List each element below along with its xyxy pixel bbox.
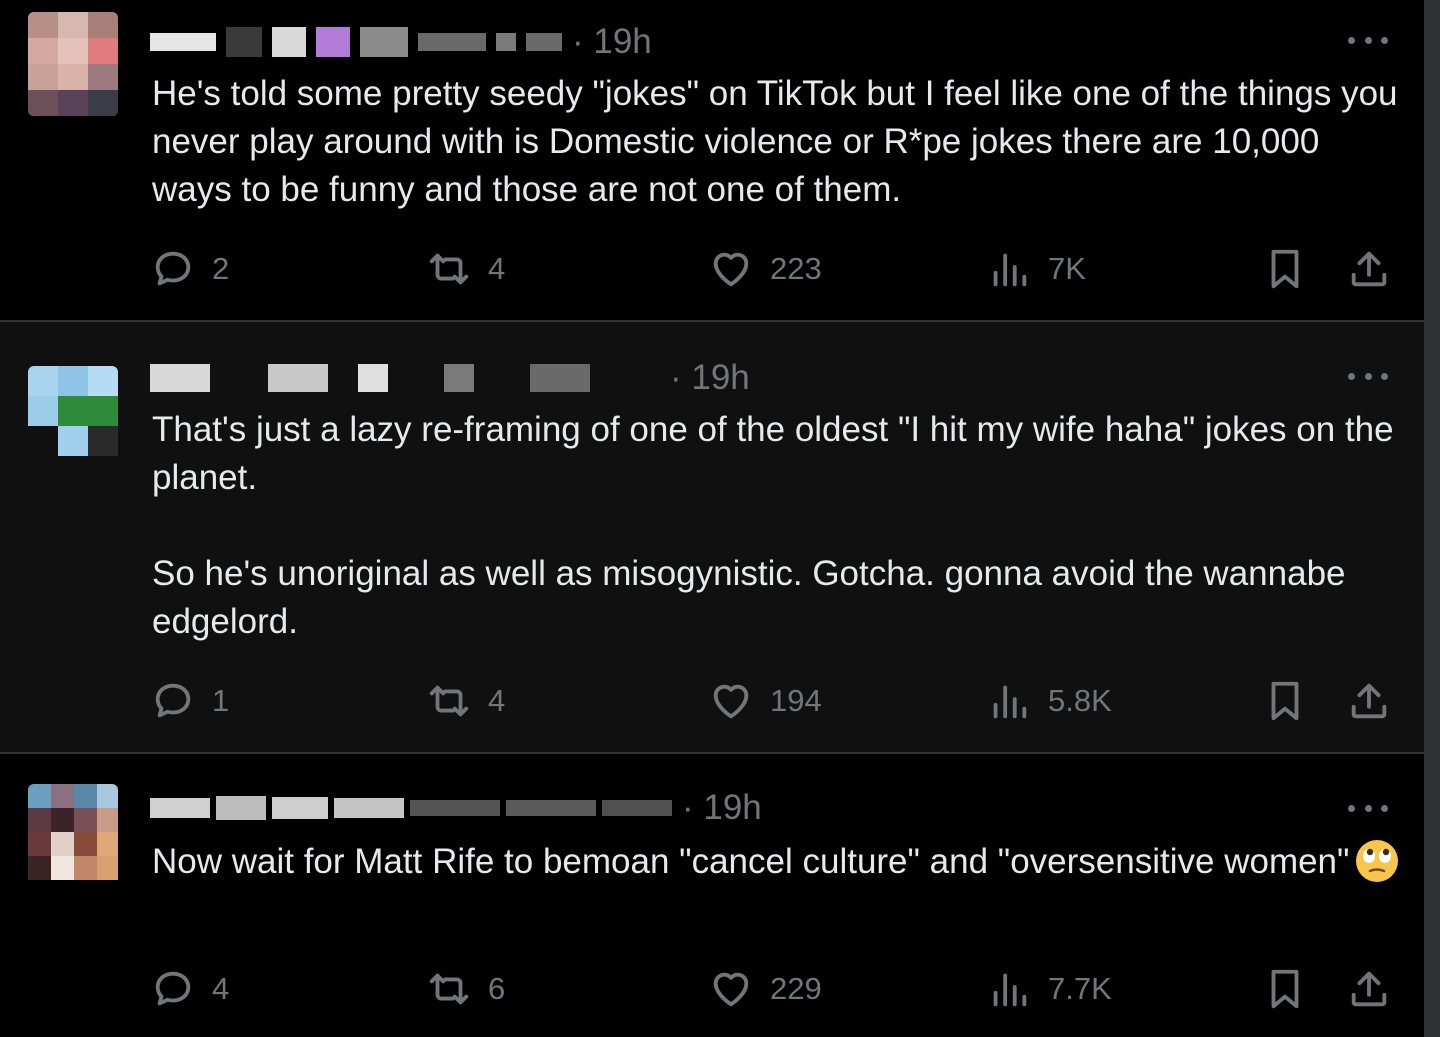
reply-icon [155,251,191,286]
reply-count: 1 [212,683,230,718]
tweet-text: That's just a lazy re-framing of one of … [152,406,1402,646]
repost-count: 4 [488,251,506,286]
share-button[interactable] [1346,964,1392,1014]
avatar[interactable] [28,366,118,470]
reply-count: 2 [212,251,230,286]
like-button[interactable]: 194 [708,676,822,726]
reply-button[interactable]: 2 [150,244,229,294]
like-icon [713,972,749,1007]
avatar[interactable] [28,784,118,888]
views-icon [993,973,1027,1007]
more-icon[interactable] [1348,30,1388,50]
repost-button[interactable]: 4 [426,244,505,294]
tweet[interactable]: · 19h Now wait for Matt Rife to bemoan "… [0,754,1424,1037]
repost-icon [429,253,469,285]
reply-button[interactable]: 1 [150,676,229,726]
share-button[interactable] [1346,244,1392,294]
like-count: 223 [770,251,822,286]
bookmark-icon [1271,969,1299,1009]
avatar[interactable] [28,12,118,116]
tweet[interactable]: · 19h That's just a lazy re-framing of o… [0,322,1424,752]
views-button[interactable]: 5.8K [986,676,1112,726]
face-with-rolling-eyes-icon [1356,840,1399,882]
repost-button[interactable]: 6 [426,964,505,1014]
views-icon [993,253,1027,287]
tweet[interactable]: · 19h He's told some pretty seedy "jokes… [0,0,1424,321]
author-row: · 19h [150,20,652,64]
like-icon [713,684,749,719]
more-icon[interactable] [1348,366,1388,386]
author-row: · 19h [150,356,750,400]
tweet-paragraph: That's just a lazy re-framing of one of … [152,410,1394,497]
like-icon [713,252,749,287]
views-icon [993,685,1027,719]
timestamp[interactable]: · 19h [670,358,750,398]
reply-icon [155,683,191,718]
share-icon [1351,251,1387,287]
scrollbar[interactable] [1424,0,1440,1037]
reply-button[interactable]: 4 [150,964,229,1014]
author-name-redacted[interactable] [150,796,672,820]
tweet-paragraph: Now wait for Matt Rife to bemoan "cancel… [152,838,1402,886]
action-bar: 2 4 223 7K [150,244,1395,294]
like-button[interactable]: 229 [708,964,822,1014]
repost-icon [429,685,469,717]
author-name-redacted[interactable] [150,364,590,392]
repost-icon [429,973,469,1005]
action-bar: 4 6 229 7.7K [150,964,1395,1014]
author-name-redacted[interactable] [150,27,562,57]
repost-button[interactable]: 4 [426,676,505,726]
timestamp[interactable]: · 19h [682,788,762,828]
views-count: 7.7K [1048,971,1112,1006]
views-button[interactable]: 7K [986,244,1086,294]
bookmark-icon [1271,249,1299,289]
share-icon [1351,683,1387,719]
author-row: · 19h [150,786,762,830]
action-bar: 1 4 194 5.8K [150,676,1395,726]
bookmark-button[interactable] [1262,964,1308,1014]
bookmark-button[interactable] [1262,676,1308,726]
like-count: 229 [770,971,822,1006]
reply-feed: · 19h He's told some pretty seedy "jokes… [0,0,1424,1037]
tweet-paragraph: He's told some pretty seedy "jokes" on T… [152,74,1398,209]
share-icon [1351,971,1387,1007]
more-icon[interactable] [1348,798,1388,818]
views-button[interactable]: 7.7K [986,964,1112,1014]
tweet-text-content: Now wait for Matt Rife to bemoan "cancel… [152,842,1350,881]
share-button[interactable] [1346,676,1392,726]
like-count: 194 [770,683,822,718]
repost-count: 4 [488,683,506,718]
views-count: 7K [1048,251,1086,286]
bookmark-button[interactable] [1262,244,1308,294]
reply-icon [155,971,191,1006]
tweet-paragraph: So he's unoriginal as well as misogynist… [152,554,1346,641]
like-button[interactable]: 223 [708,244,822,294]
tweet-text: He's told some pretty seedy "jokes" on T… [152,70,1402,214]
timestamp[interactable]: · 19h [572,22,652,62]
repost-count: 6 [488,971,506,1006]
bookmark-icon [1271,681,1299,721]
views-count: 5.8K [1048,683,1112,718]
reply-count: 4 [212,971,230,1006]
tweet-text: Now wait for Matt Rife to bemoan "cancel… [152,838,1402,886]
